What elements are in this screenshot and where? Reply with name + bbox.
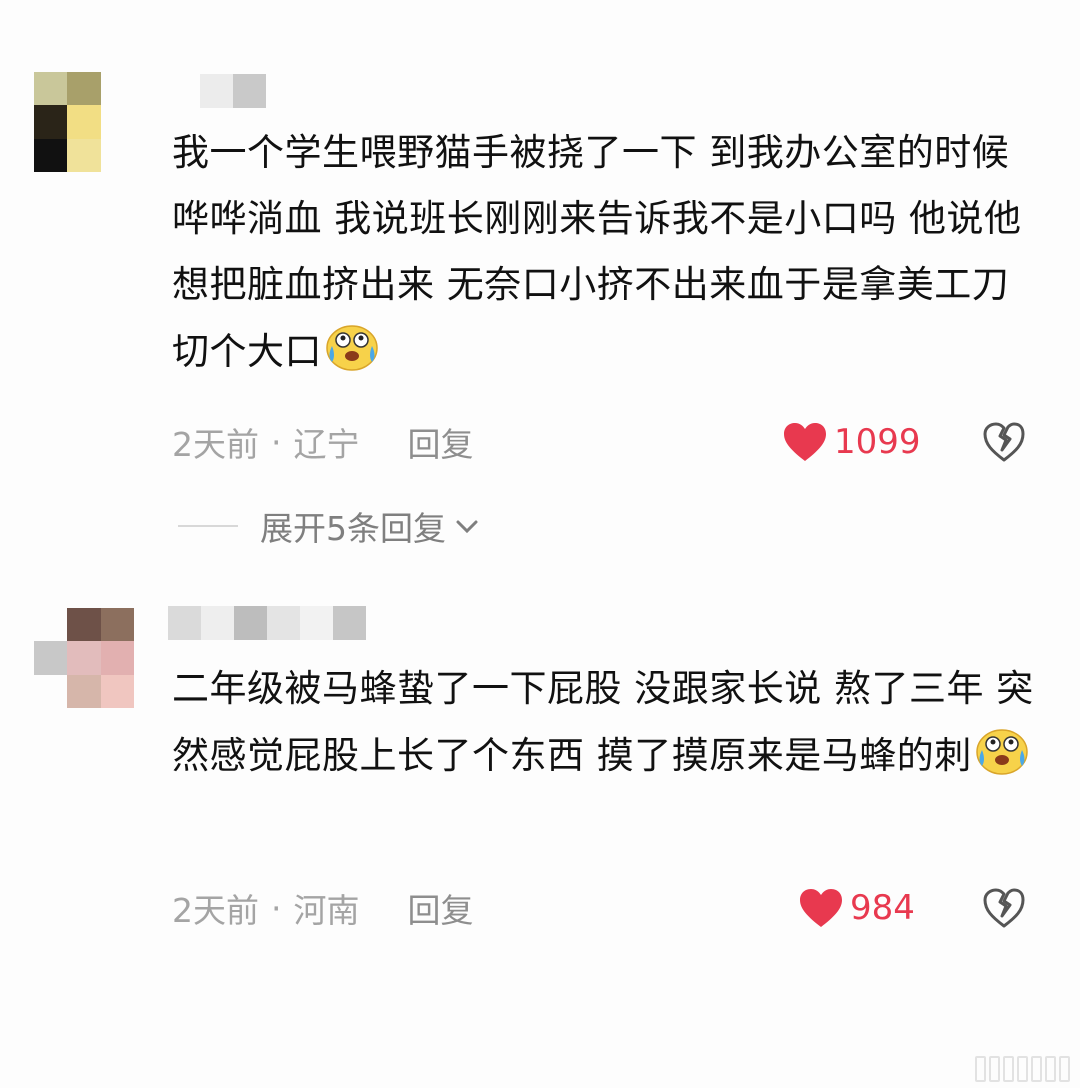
watermark-icon: [975, 1056, 1070, 1082]
comment-meta: 2天前 · 辽宁 回复: [172, 418, 474, 466]
reply-button[interactable]: 回复: [408, 418, 474, 466]
reply-button[interactable]: 回复: [408, 884, 474, 932]
crying-laughing-emoji: [326, 325, 378, 371]
expand-replies-button[interactable]: 展开5条回复: [178, 502, 480, 550]
username-blurred[interactable]: [168, 606, 366, 640]
broken-heart-icon[interactable]: [982, 420, 1026, 464]
divider-line: [178, 525, 238, 527]
like-button[interactable]: 1099: [782, 418, 921, 466]
comment-body: 我一个学生喂野猫手被挠了一下 到我办公室的时候哗哗淌血 我说班长刚刚来告诉我不是…: [172, 131, 1022, 373]
separator: ·: [271, 422, 282, 462]
like-count: 984: [850, 888, 915, 928]
heart-icon: [800, 889, 842, 927]
avatar[interactable]: [34, 608, 134, 708]
comment-body: 二年级被马蜂蛰了一下屁股 没跟家长说 熬了三年 突然感觉屁股上长了个东西 摸了摸…: [172, 667, 1034, 777]
heart-icon: [784, 423, 826, 461]
expand-replies-label: 展开5条回复: [260, 509, 446, 548]
separator: ·: [271, 888, 282, 928]
like-count: 1099: [834, 422, 921, 462]
timestamp: 2天前: [172, 891, 259, 930]
crying-laughing-emoji: [976, 729, 1028, 775]
location: 河南: [293, 891, 360, 930]
like-button[interactable]: 984: [798, 884, 915, 932]
comment-text: 二年级被马蜂蛰了一下屁股 没跟家长说 熬了三年 突然感觉屁股上长了个东西 摸了摸…: [172, 656, 1042, 789]
comment-text: 我一个学生喂野猫手被挠了一下 到我办公室的时候哗哗淌血 我说班长刚刚来告诉我不是…: [172, 120, 1042, 385]
username-blurred[interactable]: [200, 74, 266, 108]
timestamp: 2天前: [172, 425, 259, 464]
avatar[interactable]: [34, 72, 134, 172]
chevron-down-icon: [456, 520, 478, 534]
location: 辽宁: [293, 425, 360, 464]
comment-meta: 2天前 · 河南 回复: [172, 884, 474, 932]
broken-heart-icon[interactable]: [982, 886, 1026, 930]
